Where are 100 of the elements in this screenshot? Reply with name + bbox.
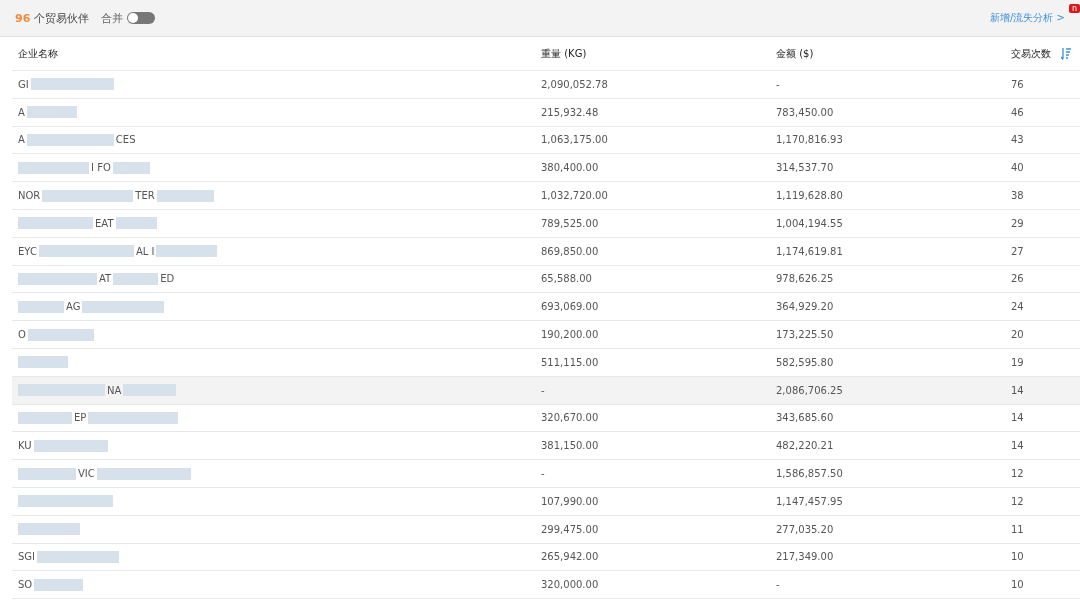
partner-count: 96 — [15, 11, 31, 25]
table-cell-text: 43 — [1010, 134, 1024, 146]
table-cell-text: 1,119,628.80 — [775, 190, 844, 202]
company-name-fragment: AT — [99, 273, 112, 285]
company-name-fragment: NA — [107, 384, 122, 396]
table-cell-text: 299,475.00 — [540, 523, 600, 535]
table-cell-text: 343,685.60 — [775, 412, 835, 424]
table-cell-text: 14 — [1010, 412, 1024, 424]
table-cell-text: 2,086,706.25 — [775, 384, 844, 396]
redaction-blur — [112, 161, 150, 174]
table-row[interactable]: 299,475.00 277,035.20 11 — [12, 515, 1080, 544]
table-row[interactable]: A 215,932.48 783,450.00 46 — [12, 98, 1080, 127]
company-name-fragment: VIC — [78, 468, 95, 480]
table-cell-text: 789,525.00 — [540, 217, 600, 229]
redaction-blur — [156, 245, 218, 258]
merge-label: 合并 — [101, 10, 124, 26]
table-row[interactable]: KU 381,150.00 482,220.21 14 — [12, 432, 1080, 461]
company-name-fragment: I FO — [91, 162, 111, 174]
table-cell-text: 381,150.00 — [540, 440, 600, 452]
table-row[interactable]: 511,115.00 582,595.80 19 — [12, 348, 1080, 377]
table-cell-text: 978,626.25 — [775, 273, 835, 285]
table-cell-text: 364,929.20 — [775, 301, 835, 313]
company-name-fragment: AG — [66, 301, 81, 313]
table-cell-text: - — [775, 78, 781, 90]
redaction-blur — [113, 272, 159, 285]
merge-toggle[interactable] — [127, 12, 156, 24]
table-row[interactable]: O 190,200.00 173,225.50 20 — [12, 321, 1080, 349]
table-cell-text: 320,000.00 — [540, 579, 600, 591]
table-row[interactable]: EP 320,670.00 343,685.60 14 — [12, 404, 1080, 433]
table-cell-text: 320,670.00 — [540, 412, 600, 424]
table-cell-text: 12 — [1010, 468, 1024, 480]
table-cell-text: 277,035.20 — [775, 523, 835, 535]
redaction-blur — [18, 523, 80, 536]
company-name-fragment: KU — [18, 440, 32, 452]
table-row[interactable]: SO 320,000.00 - 10 — [12, 571, 1080, 600]
table-cell-text: 511,115.00 — [540, 356, 600, 368]
company-name-fragment: NOR — [18, 190, 41, 202]
table-row[interactable]: SGI 265,942.00 217,349.00 10 — [12, 543, 1080, 572]
redaction-blur — [18, 161, 89, 174]
column-header: 重量 (KG) — [540, 46, 588, 61]
table-cell-text: 27 — [1010, 245, 1024, 257]
table-cell-text: 1,063,175.00 — [540, 134, 609, 146]
table-cell-text: 380,400.00 — [540, 162, 600, 174]
table-cell-text: - — [540, 468, 546, 480]
table-row[interactable]: EYC AL I 869,850.00 1,174,619.81 27 — [12, 237, 1080, 266]
table-cell-text: 482,220.21 — [775, 440, 835, 452]
table-row[interactable]: VIC - 1,586,857.50 12 — [12, 460, 1080, 488]
table-cell-text: 14 — [1010, 440, 1024, 452]
table-cell-text: 2,090,052.78 — [540, 78, 609, 90]
table-cell-text: 11 — [1010, 523, 1024, 535]
table-cell-text: 40 — [1010, 162, 1024, 174]
column-header: 企业名称 — [17, 46, 59, 61]
redaction-blur — [26, 106, 77, 119]
table-row[interactable]: AG 693,069.00 364,929.20 24 — [12, 293, 1080, 322]
table-cell-text: 20 — [1010, 329, 1024, 341]
table-cell-text: 869,850.00 — [540, 245, 600, 257]
table-cell-text: 783,450.00 — [775, 106, 835, 118]
company-name-fragment: EP — [74, 412, 87, 424]
table-row[interactable]: NOR TER 1,032,720.00 1,119,628.80 38 — [12, 182, 1080, 210]
redaction-blur — [156, 189, 214, 202]
table-cell-text: 1,032,720.00 — [540, 190, 609, 202]
table-cell-text: 26 — [1010, 273, 1024, 285]
company-name-fragment: EYC — [18, 245, 37, 257]
table-cell-text: 190,200.00 — [540, 329, 600, 341]
table-cell-text: 65,588.00 — [540, 273, 593, 285]
table-cell-text: 1,586,857.50 — [775, 468, 844, 480]
redaction-blur — [27, 328, 94, 341]
company-name-fragment: A — [18, 134, 25, 146]
redaction-blur — [18, 467, 76, 480]
table-cell-text: 265,942.00 — [540, 551, 600, 563]
redaction-blur — [18, 356, 68, 369]
redaction-blur — [18, 411, 72, 424]
table-cell-text: 173,225.50 — [775, 329, 835, 341]
company-name-fragment: TER — [135, 190, 155, 202]
table-cell-text: 107,990.00 — [540, 495, 600, 507]
redaction-blur — [115, 217, 157, 230]
table-row[interactable]: NA - 2,086,706.25 14 — [12, 376, 1080, 405]
redaction-blur — [123, 384, 177, 397]
table-cell-text: 12 — [1010, 495, 1024, 507]
company-name-fragment: ED — [160, 273, 175, 285]
table-cell-text: - — [540, 384, 546, 396]
table-cell-text: 19 — [1010, 356, 1024, 368]
table-cell-text: 1,147,457.95 — [775, 495, 844, 507]
company-name-fragment: SGI — [18, 551, 36, 563]
company-name-fragment: EAT — [95, 217, 114, 229]
company-name-fragment: CES — [115, 134, 136, 146]
table-cell-text: 582,595.80 — [775, 356, 835, 368]
column-header: 交易次数 — [1011, 46, 1051, 61]
column-header: 金额 ($) — [775, 46, 815, 61]
table-row[interactable]: GI 2,090,052.78 - 76 — [12, 71, 1080, 99]
table-row[interactable]: 107,990.00 1,147,457.95 12 — [12, 487, 1080, 516]
sort-icon[interactable] — [1061, 47, 1071, 60]
table-cell-text: 1,004,194.55 — [775, 217, 844, 229]
table-row[interactable]: AT ED 65,588.00 978,626.25 26 — [12, 265, 1080, 294]
table-cell-text: 14 — [1010, 384, 1024, 396]
table-cell-text: 693,069.00 — [540, 301, 600, 313]
partner-label: 个贸易伙伴 — [34, 10, 90, 26]
table-row[interactable]: EAT 789,525.00 1,004,194.55 29 — [12, 210, 1080, 238]
table-row[interactable]: A CES 1,063,175.00 1,170,816.93 43 — [12, 126, 1080, 155]
table-row[interactable]: I FO 380,400.00 314,537.70 40 — [12, 154, 1080, 183]
